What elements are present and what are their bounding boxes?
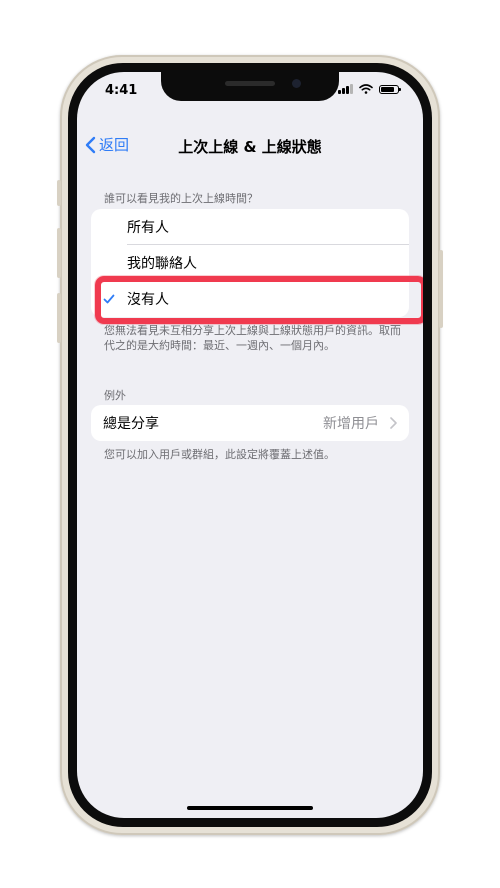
phone-frame: 4:41 返回 上次上線 & 上線狀態 誰可以看見我的上次上線時間？ 所有人 我…	[57, 55, 443, 835]
front-camera	[292, 79, 301, 88]
home-indicator[interactable]	[187, 806, 313, 810]
speaker-grille	[225, 81, 275, 86]
always-share-row[interactable]: 總是分享 新增用戶	[91, 405, 409, 441]
exceptions-footer: 您可以加入用戶或群組，此設定將覆蓋上述值。	[104, 448, 335, 461]
always-share-label: 總是分享	[103, 416, 159, 432]
cellular-signal-icon	[338, 84, 353, 94]
wifi-icon	[359, 84, 373, 94]
volume-down-button	[57, 293, 61, 343]
chevron-right-icon	[390, 417, 397, 429]
option-everyone[interactable]: 所有人	[91, 209, 409, 245]
status-icons	[338, 84, 401, 94]
battery-icon	[379, 84, 401, 94]
always-share-value: 新增用戶	[323, 416, 379, 432]
option-label: 我的聯絡人	[127, 256, 197, 272]
screen: 4:41 返回 上次上線 & 上線狀態 誰可以看見我的上次上線時間？ 所有人 我…	[77, 72, 423, 818]
who-can-see-footer: 您無法看見未互相分享上次上線與上線狀態用戶的資訊。取而代之的是大約時間：最近、一…	[104, 324, 401, 352]
volume-up-button	[57, 228, 61, 278]
silent-switch	[57, 180, 61, 206]
highlight-box	[95, 276, 423, 324]
exceptions-group: 總是分享 新增用戶	[91, 405, 409, 441]
who-can-see-header: 誰可以看見我的上次上線時間？	[104, 192, 258, 205]
option-label: 所有人	[127, 220, 169, 236]
status-time: 4:41	[105, 83, 138, 98]
power-button	[439, 250, 443, 328]
exceptions-header: 例外	[104, 389, 126, 402]
notch	[161, 72, 339, 101]
page-title: 上次上線 & 上線狀態	[178, 138, 322, 156]
